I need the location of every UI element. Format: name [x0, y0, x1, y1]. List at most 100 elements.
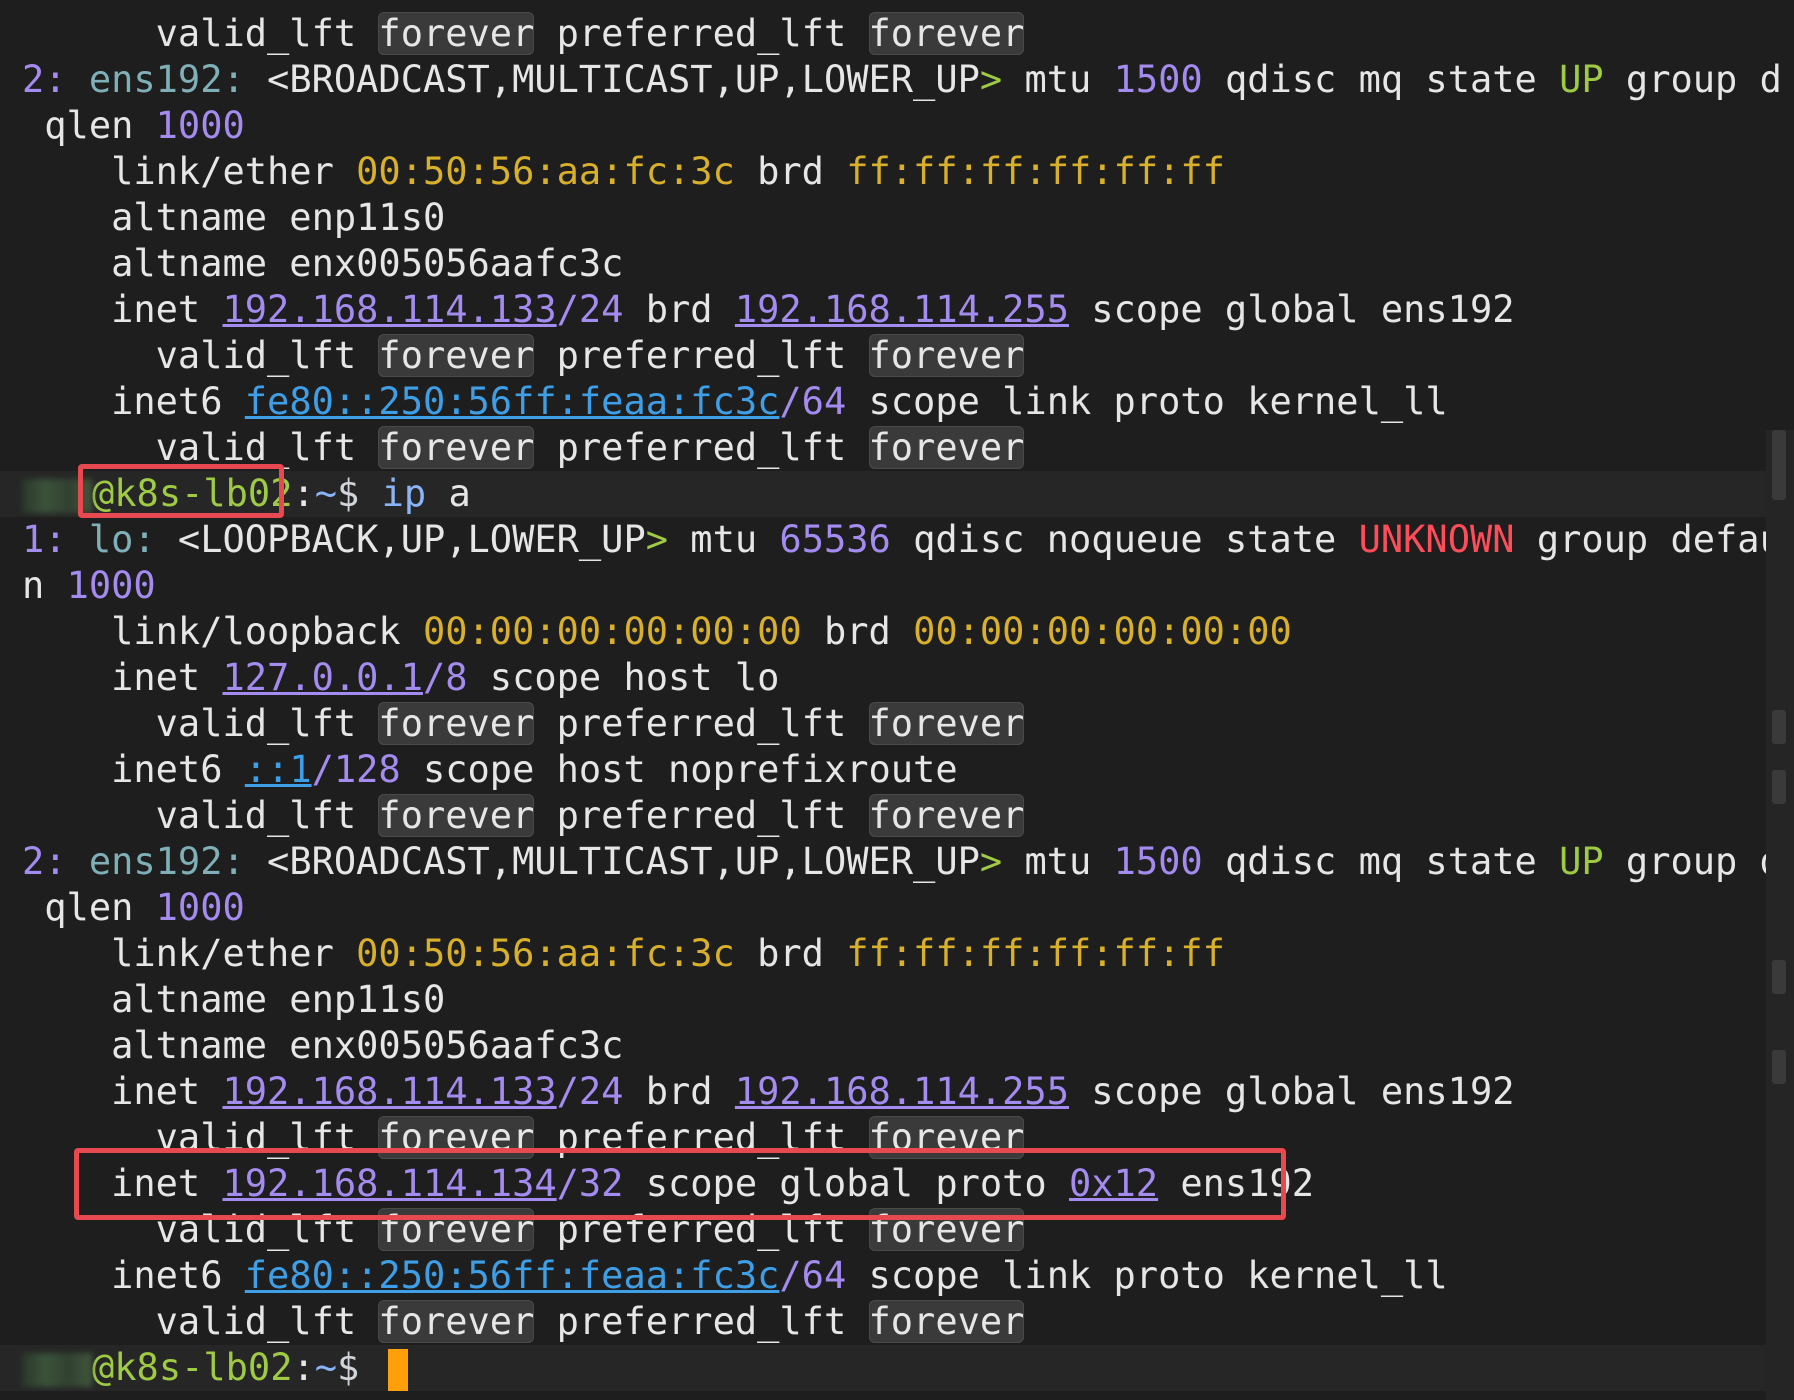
terminal-text: 1500	[1113, 840, 1203, 883]
terminal-text: inet	[22, 288, 223, 331]
lifetime-badge: forever	[378, 426, 535, 469]
terminal-text: preferred_lft	[534, 426, 869, 469]
terminal-line: valid_lft forever preferred_lft forever	[0, 701, 1782, 747]
terminal-line: inet6 fe80::250:56ff:feaa:fc3c/64 scope …	[0, 1253, 1782, 1299]
lifetime-badge: forever	[378, 702, 535, 745]
terminal-text: 1000	[155, 104, 245, 147]
lifetime-badge: forever	[378, 1300, 535, 1343]
terminal-text: altname enx005056aafc3c	[22, 1024, 624, 1067]
terminal-text: mtu	[668, 518, 780, 561]
terminal-line: link/ether 00:50:56:aa:fc:3c brd ff:ff:f…	[0, 931, 1782, 977]
terminal-text: qdisc noqueue state	[890, 518, 1359, 561]
terminal-text: scope host lo	[467, 656, 780, 699]
terminal-text: /8	[422, 656, 468, 699]
terminal-line: n 1000	[0, 563, 1782, 609]
terminal-text: 00:50:56:aa:fc:3c	[356, 932, 735, 975]
lifetime-badge: forever	[378, 794, 535, 837]
terminal-text: ff:ff:ff:ff:ff:ff	[846, 932, 1225, 975]
lifetime-badge: forever	[868, 12, 1025, 55]
terminal-text: UP	[1559, 58, 1604, 101]
terminal-text: :	[292, 1346, 315, 1389]
terminal-text: link/loopback	[22, 610, 423, 653]
terminal-text: brd	[623, 288, 735, 331]
terminal-text: /64	[779, 1254, 847, 1297]
terminal-line: 2: ens192: <BROADCAST,MULTICAST,UP,LOWER…	[0, 839, 1782, 885]
terminal-text: 1000	[66, 564, 156, 607]
terminal-text: ens192:	[88, 840, 245, 883]
terminal-text: <	[155, 518, 201, 561]
terminal-text: group default	[1625, 840, 1782, 883]
terminal-text: >	[645, 518, 669, 561]
terminal-text: BROADCAST,MULTICAST,UP,LOWER_UP	[289, 840, 980, 883]
terminal-line: altname enp11s0	[0, 195, 1782, 241]
terminal-text: mtu	[1002, 58, 1114, 101]
terminal-text: preferred_lft	[534, 794, 869, 837]
terminal-text: ~	[314, 472, 338, 515]
lifetime-badge: forever	[868, 702, 1025, 745]
ip-address-link[interactable]: 192.168.114.133	[222, 1070, 556, 1113]
terminal-text: ens192:	[88, 58, 245, 101]
terminal-text: 2:	[22, 58, 89, 101]
terminal-line: 2: ens192: <BROADCAST,MULTICAST,UP,LOWER…	[0, 57, 1782, 103]
terminal-text: preferred_lft	[534, 702, 869, 745]
terminal-line: qlen 1000	[0, 103, 1782, 149]
lifetime-badge: forever	[378, 334, 535, 377]
terminal-text: $	[337, 472, 382, 515]
scrollbar-mark	[1772, 710, 1786, 744]
prompt-host: @k8s-lb02	[92, 1346, 293, 1389]
terminal-line: valid_lft forever preferred_lft forever	[0, 333, 1782, 379]
ip-address-link[interactable]: 127.0.0.1	[222, 656, 422, 699]
terminal-line: altname enp11s0	[0, 977, 1782, 1023]
terminal-text: inet6	[22, 1254, 245, 1297]
ip-address-link[interactable]: fe80::250:56ff:feaa:fc3c	[245, 1254, 780, 1297]
terminal-text: UNKNOWN	[1358, 518, 1515, 561]
terminal-text: scope global ens192	[1068, 288, 1515, 331]
scrollbar-mark	[1772, 1050, 1786, 1084]
lifetime-badge: forever	[378, 12, 535, 55]
terminal-text: qdisc mq state	[1202, 840, 1560, 883]
terminal-text: LOOPBACK,UP,LOWER_UP	[200, 518, 646, 561]
terminal-text: /64	[779, 380, 847, 423]
command-text: ip	[381, 472, 427, 515]
terminal-text: /128	[311, 748, 401, 791]
terminal-text: altname enx005056aafc3c	[22, 242, 624, 285]
ip-address-link[interactable]: ::1	[245, 748, 312, 791]
ip-address-link[interactable]: 192.168.114.133	[222, 288, 556, 331]
ip-address-link[interactable]: 192.168.114.255	[735, 288, 1069, 331]
terminal-text: valid_lft	[22, 702, 379, 745]
ip-address-link[interactable]: fe80::250:56ff:feaa:fc3c	[245, 380, 780, 423]
terminal-text: preferred_lft	[534, 12, 869, 55]
terminal-text: <	[244, 58, 290, 101]
terminal-text: brd	[734, 932, 847, 975]
terminal-text: ~	[314, 1346, 338, 1389]
terminal-text: >	[979, 58, 1003, 101]
terminal-text: qlen	[22, 104, 156, 147]
terminal-line: link/loopback 00:00:00:00:00:00 brd 00:0…	[0, 609, 1782, 655]
scrollbar-thumb[interactable]	[1772, 430, 1786, 500]
terminal-text: group default	[1625, 58, 1782, 101]
scrollbar[interactable]	[1766, 430, 1794, 1400]
terminal-line: valid_lft forever preferred_lft forever	[0, 793, 1782, 839]
terminal-text: brd	[801, 610, 914, 653]
annotation-box-vip-inet	[74, 1148, 1286, 1220]
terminal-line: altname enx005056aafc3c	[0, 241, 1782, 287]
terminal-text: >	[979, 840, 1003, 883]
terminal-text: qdisc mq state	[1202, 58, 1560, 101]
terminal-text: link/ether	[22, 150, 357, 193]
terminal-text: valid_lft	[22, 1300, 379, 1343]
terminal-text: scope host noprefixroute	[400, 748, 958, 791]
scrollbar-mark	[1772, 960, 1786, 994]
terminal-line: inet 192.168.114.133/24 brd 192.168.114.…	[0, 1069, 1782, 1115]
terminal-text: /24	[556, 288, 624, 331]
terminal-line: valid_lft forever preferred_lft forever	[0, 11, 1782, 57]
terminal-line: 1: lo: <LOOPBACK,UP,LOWER_UP> mtu 65536 …	[0, 517, 1782, 563]
terminal-text: 00:00:00:00:00:00	[422, 610, 802, 653]
ip-address-link[interactable]: 192.168.114.255	[735, 1070, 1069, 1113]
terminal-line: inet 192.168.114.133/24 brd 192.168.114.…	[0, 287, 1782, 333]
annotation-box-hostname	[78, 464, 284, 518]
terminal-line: valid_lft forever preferred_lft forever	[0, 1299, 1782, 1345]
terminal-text: inet	[22, 1070, 223, 1113]
terminal-text: inet6	[22, 380, 245, 423]
terminal-text: $	[337, 1346, 382, 1389]
terminal-line: @k8s-lb02:~$	[0, 1345, 1782, 1391]
